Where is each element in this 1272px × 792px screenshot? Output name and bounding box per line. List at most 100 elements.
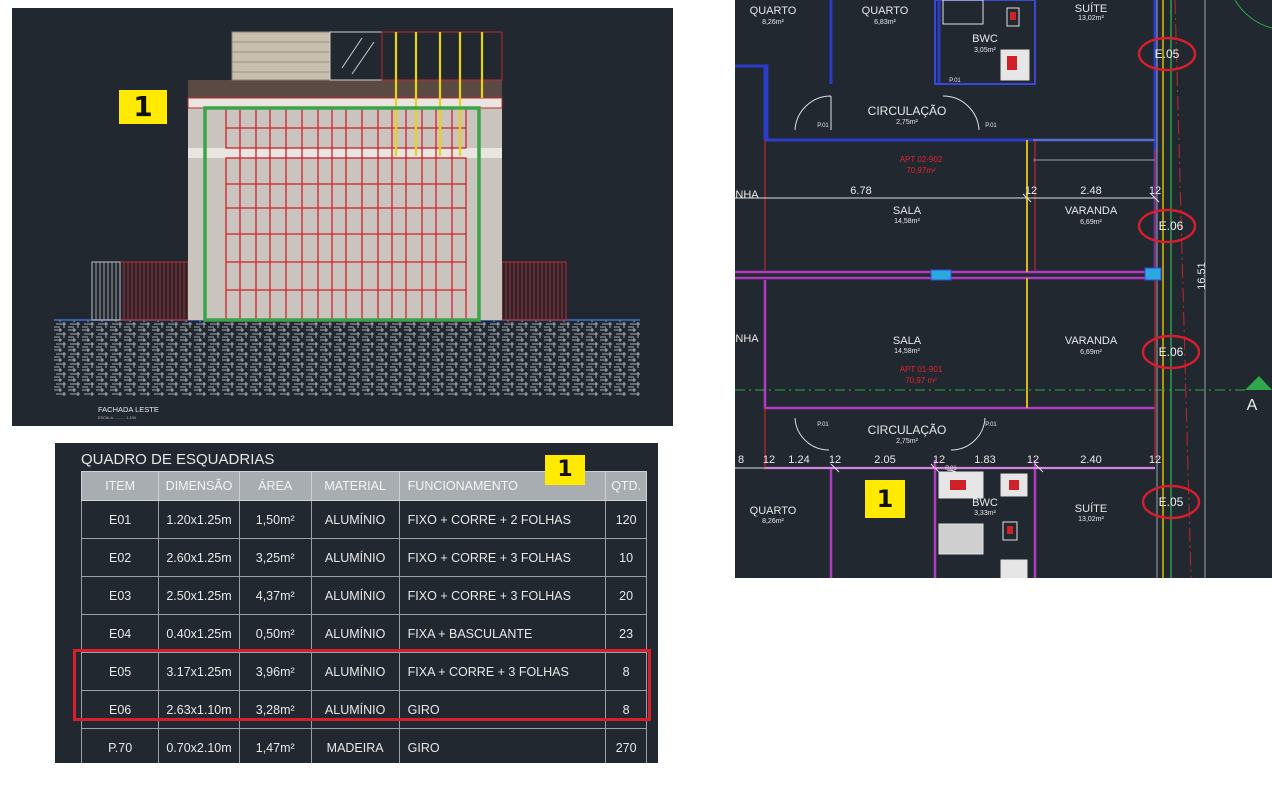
col-header-material: MATERIAL xyxy=(310,471,400,501)
cell-dimension: 0.40x1.25m xyxy=(158,614,240,653)
ground-hatch xyxy=(54,320,640,396)
cell-material: ALUMÍNIO xyxy=(310,500,400,539)
cell-dimension: 2.60x1.25m xyxy=(158,538,240,577)
cell-item: E01 xyxy=(80,500,160,539)
tag-e05: E.05 xyxy=(1159,495,1184,509)
col-header-dimension: DIMENSÃO xyxy=(158,471,240,501)
room-quarto-top: QUARTO xyxy=(750,5,797,17)
cell-material: ALUMÍNIO xyxy=(310,576,400,615)
cell-qty: 120 xyxy=(605,500,647,539)
room-quarto-bot: QUARTO xyxy=(750,505,797,517)
door-tag: P.01 xyxy=(817,123,829,129)
tag-e06: E.06 xyxy=(1159,219,1184,233)
room-varanda-top: VARANDA xyxy=(1065,205,1118,217)
building-body xyxy=(188,80,502,320)
dim-1-24: 1.24 xyxy=(788,454,809,466)
cell-item: E03 xyxy=(80,576,160,615)
room-sala-top-area: 14,58m² xyxy=(894,218,920,225)
dim-2-05: 2.05 xyxy=(874,454,895,466)
room-quarto-top-area: 8,26m² xyxy=(762,19,784,26)
room-bwc-bot: BWC xyxy=(972,497,998,509)
cell-item: P.70 xyxy=(80,728,160,763)
cell-qty: 20 xyxy=(605,576,647,615)
room-suite-bot: SUÍTE xyxy=(1075,502,1107,515)
cell-material: ALUMÍNIO xyxy=(310,538,400,577)
table-row: E04 0.40x1.25m 0,50m² ALUMÍNIO FIXA + BA… xyxy=(80,614,647,653)
cell-material: MADEIRA xyxy=(310,728,400,763)
section-mark-a: A xyxy=(1247,397,1258,414)
fence-left xyxy=(119,261,189,321)
facade-elevation-drawing: FACHADA LESTE ESCALA ........... 1:100 xyxy=(54,31,640,420)
door-tag: P.01 xyxy=(985,422,997,428)
dim-12-f: 12 xyxy=(1027,454,1039,466)
room-suite-top-area: 13,02m² xyxy=(1078,15,1104,22)
tag-e05: E.05 xyxy=(1155,47,1180,61)
cell-item: E02 xyxy=(80,538,160,577)
room-circulacao-top: CIRCULAÇÃO xyxy=(868,104,947,118)
table-row: E02 2.60x1.25m 3,25m² ALUMÍNIO FIXO + CO… xyxy=(80,538,647,577)
room-varanda-top-area: 6,69m² xyxy=(1080,219,1102,226)
room-varanda-bot-area: 6,69m² xyxy=(1080,349,1102,356)
room-circulacao-bot-area: 2,75m² xyxy=(896,438,918,445)
col-header-area: ÁREA xyxy=(238,471,312,501)
cell-dimension: 0.70x2.10m xyxy=(158,728,240,763)
cell-operation: FIXO + CORRE + 3 FOLHAS xyxy=(398,576,607,615)
room-nha-bot: NHA xyxy=(735,333,759,345)
cell-dimension: 1.20x1.25m xyxy=(158,500,240,539)
cell-material: ALUMÍNIO xyxy=(310,614,400,653)
bathroom-fixtures xyxy=(938,0,1030,578)
facade-elevation-panel: FACHADA LESTE ESCALA ........... 1:100 1 xyxy=(12,8,673,426)
dim-12-c: 12 xyxy=(763,454,775,466)
room-quarto2-top: QUARTO xyxy=(862,5,909,17)
dim-2-40: 2.40 xyxy=(1080,454,1101,466)
cell-qty: 23 xyxy=(605,614,647,653)
dim-12-e: 12 xyxy=(933,454,945,466)
room-suite-top: SUÍTE xyxy=(1075,2,1107,15)
room-varanda-bot: VARANDA xyxy=(1065,335,1118,347)
door-tag: P.01 xyxy=(985,123,997,129)
cell-operation: GIRO xyxy=(398,728,607,763)
floor-plan-drawing: QUARTO 8,26m² QUARTO 6,83m² SUÍTE 13,02m… xyxy=(735,0,1272,578)
rows-e05-e06-highlight xyxy=(73,649,651,721)
dim-8: 8 xyxy=(738,454,744,466)
room-sala-bot-area: 14,58m² xyxy=(894,348,920,355)
elevation-scale: ESCALA ........... 1:100 xyxy=(98,416,136,420)
cell-operation: FIXO + CORRE + 3 FOLHAS xyxy=(398,538,607,577)
apt-label-bot: APT 01-901 xyxy=(900,365,943,374)
room-circulacao-top-area: 2,75m² xyxy=(896,119,918,126)
fence-right xyxy=(501,261,567,321)
window-tag-e05-top: E.05 xyxy=(1137,36,1197,72)
apt-label-top: APT 02-902 xyxy=(900,155,943,164)
room-quarto-bot-area: 8,26m² xyxy=(762,518,784,525)
cell-qty: 10 xyxy=(605,538,647,577)
dim-12-d: 12 xyxy=(829,454,841,466)
door-tag: P.01 xyxy=(945,466,957,472)
cell-area: 3,25m² xyxy=(238,538,312,577)
callout-badge-elevation: 1 xyxy=(119,90,167,124)
door-tag: P.01 xyxy=(949,78,961,84)
col-header-qty: QTD. xyxy=(605,471,647,501)
table-row: E03 2.50x1.25m 4,37m² ALUMÍNIO FIXO + CO… xyxy=(80,576,647,615)
room-bwc-top: BWC xyxy=(972,33,998,45)
dim-12-a: 12 xyxy=(1025,185,1037,197)
cell-dimension: 2.50x1.25m xyxy=(158,576,240,615)
room-sala-bot: SALA xyxy=(893,335,922,347)
table-row: P.70 0.70x2.10m 1,47m² MADEIRA GIRO 270 xyxy=(80,728,647,763)
window-schedule-panel: QUADRO DE ESQUADRIAS ITEM DIMENSÃO ÁREA … xyxy=(55,443,658,763)
cell-area: 1,47m² xyxy=(238,728,312,763)
cell-area: 1,50m² xyxy=(238,500,312,539)
tag-e06: E.06 xyxy=(1159,345,1184,359)
dim-12-b: 12 xyxy=(1149,185,1161,197)
cell-item: E04 xyxy=(80,614,160,653)
floor-plan-panel: QUARTO 8,26m² QUARTO 6,83m² SUÍTE 13,02m… xyxy=(735,0,1272,578)
schedule-title: QUADRO DE ESQUADRIAS xyxy=(81,451,275,468)
cell-area: 4,37m² xyxy=(238,576,312,615)
dim-12-g: 12 xyxy=(1149,454,1161,466)
room-sala-top: SALA xyxy=(893,205,922,217)
room-nha-top: NHA xyxy=(735,189,759,201)
dim-2-48: 2.48 xyxy=(1080,185,1101,197)
dim-16-51: 16.51 xyxy=(1196,262,1208,290)
dim-6-78: 6.78 xyxy=(850,185,871,197)
room-bwc-bot-area: 3,33m² xyxy=(974,510,996,517)
room-circulacao-bot: CIRCULAÇÃO xyxy=(868,423,947,437)
